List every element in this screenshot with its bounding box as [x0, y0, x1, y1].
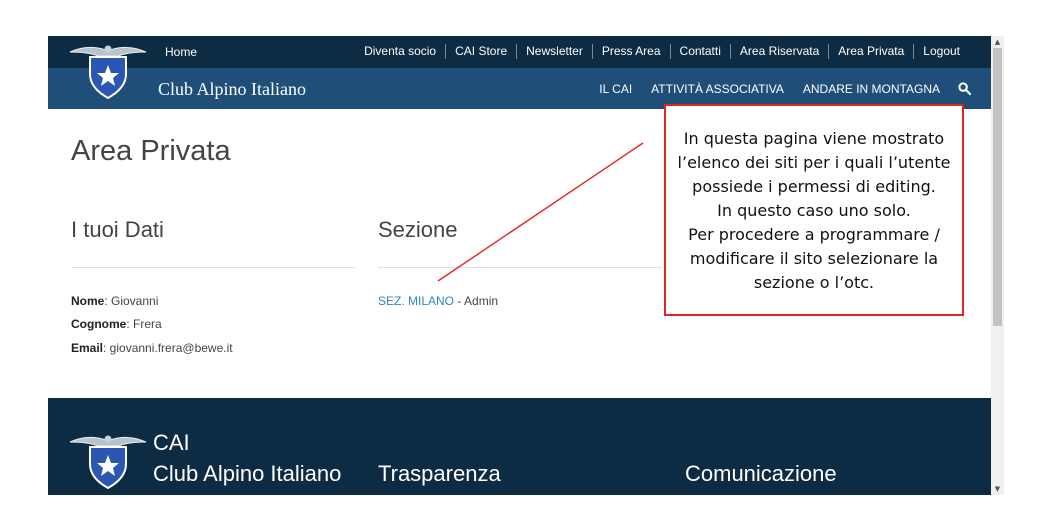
callout-line: possiede i permessi di editing. [692, 177, 936, 196]
callout-line: modificare il sito selezionare la [689, 249, 939, 268]
callout-line: In questo caso uno solo. [717, 201, 911, 220]
annotation-callout: In questa pagina viene mostrato l’elenco… [664, 104, 964, 316]
callout-line: l’elenco dei siti per i quali l’utente [677, 153, 951, 172]
callout-line: Per procedere a programmare / [688, 225, 940, 244]
callout-line: sezione o l’otc. [753, 273, 875, 292]
callout-line: In questa pagina viene mostrato [683, 129, 945, 148]
